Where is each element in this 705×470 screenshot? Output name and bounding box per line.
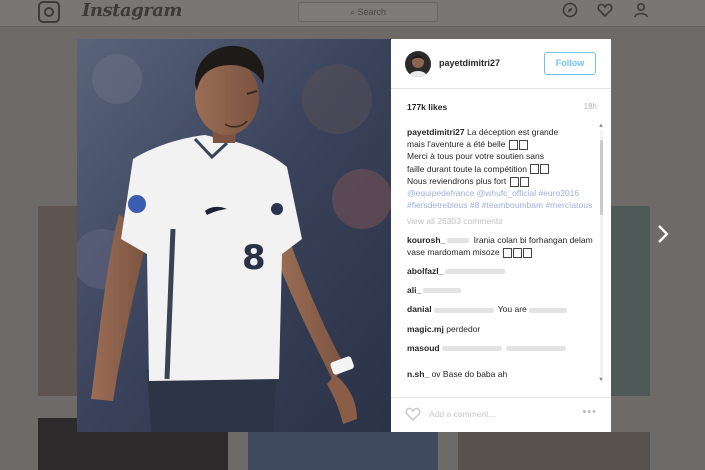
blurred-text (528, 307, 567, 313)
avatar[interactable] (405, 51, 431, 77)
comment-item: masoud (407, 342, 597, 354)
blurred-text (505, 346, 566, 352)
comments-scrollbar[interactable] (600, 130, 603, 376)
comment-username[interactable]: abolfazl_ (407, 266, 443, 276)
comment-item: danial You are (407, 303, 597, 315)
scroll-up-icon[interactable]: ▲ (598, 123, 604, 129)
blurred-text (423, 288, 462, 294)
more-options-icon[interactable]: ••• (582, 406, 597, 418)
heart-nav-icon[interactable] (597, 2, 613, 18)
caption-line: Nous reviendrons plus fort (407, 175, 507, 186)
emoji-glyph (502, 247, 512, 258)
emoji-glyph (530, 164, 540, 175)
footballer-image: 8 (77, 39, 391, 432)
feed-thumbnail[interactable] (248, 432, 438, 470)
caption-line: mais l'aventure a été belle (407, 139, 506, 150)
post-details-panel: payetdimitri27 Follow 177k likes 18h pay… (391, 39, 611, 432)
instagram-logo-icon[interactable] (38, 1, 60, 23)
blurred-text (433, 307, 494, 313)
emoji-glyph (518, 139, 528, 150)
blurred-text (441, 346, 502, 352)
caption-hashtags[interactable]: @equipedefrance @whufc_official #euro201… (407, 188, 592, 210)
next-post-arrow-icon[interactable] (655, 222, 671, 246)
compass-icon[interactable] (562, 2, 578, 18)
blurred-text (447, 237, 470, 243)
post-timestamp: 18h (583, 102, 597, 111)
comment-item: n.sh_ ov Base do baba ah (407, 368, 597, 380)
search-input[interactable]: ⌕ Search (298, 2, 438, 22)
caption-line: Merci à tous pour votre soutien sans (407, 151, 545, 162)
caption-line: La déception est grande (467, 127, 559, 137)
caption-line: faille durant toute la compétition (407, 163, 528, 174)
search-placeholder: Search (357, 7, 387, 17)
comment-username[interactable]: kourosh_ (407, 235, 445, 245)
follow-button[interactable]: Follow (544, 52, 596, 75)
emoji-glyph (512, 247, 522, 258)
comment-item: abolfazl_ (407, 265, 597, 277)
post-header: payetdimitri27 Follow (391, 39, 611, 89)
profile-icon[interactable] (633, 2, 649, 18)
comment-text: perdedor (446, 323, 481, 334)
emoji-glyph (509, 176, 519, 187)
blurred-text (445, 269, 506, 275)
view-all-comments-link[interactable]: view all 26303 comments (407, 215, 597, 227)
emoji-glyph (522, 247, 532, 258)
jersey-number: 8 (242, 238, 266, 278)
comment-username[interactable]: magic.mj (407, 324, 444, 334)
feed-thumbnail[interactable] (611, 206, 650, 396)
comment-item: ali_ (407, 284, 597, 296)
comment-text: You are (497, 304, 527, 315)
comment-text: ov Base do baba ah (431, 369, 508, 380)
emoji-glyph (519, 176, 529, 187)
comments-list: payetdimitri27 La déception est grande m… (407, 126, 597, 382)
emoji-glyph (540, 164, 550, 175)
like-heart-icon[interactable] (405, 407, 421, 421)
top-navigation-bar: Instagram ⌕ Search (0, 0, 705, 27)
comment-item: kourosh_ Irania colan bi forhangan delam… (407, 234, 597, 258)
comment-username[interactable]: ali_ (407, 285, 421, 295)
feed-thumbnail[interactable] (458, 432, 650, 470)
post-actions-bar: Add a comment... ••• (391, 397, 611, 433)
caption: payetdimitri27 La déception est grande m… (407, 126, 597, 211)
emoji-glyph (508, 139, 518, 150)
post-photo[interactable]: 8 (77, 39, 391, 432)
comment-item: magic.mj perdedor (407, 323, 597, 335)
comment-username[interactable]: masoud (407, 343, 440, 353)
scrollbar-thumb[interactable] (600, 140, 603, 215)
scroll-down-icon[interactable]: ▼ (598, 377, 604, 383)
comment-username[interactable]: danial (407, 304, 432, 314)
post-author-username[interactable]: payetdimitri27 (439, 58, 500, 68)
caption-username[interactable]: payetdimitri27 (407, 127, 465, 137)
search-icon: ⌕ (349, 7, 355, 17)
add-comment-input[interactable]: Add a comment... (429, 409, 496, 419)
feed-thumbnail[interactable] (38, 206, 77, 396)
instagram-wordmark[interactable]: Instagram (82, 0, 182, 21)
like-count[interactable]: 177k likes (407, 102, 447, 112)
comment-username[interactable]: n.sh_ (407, 369, 429, 379)
